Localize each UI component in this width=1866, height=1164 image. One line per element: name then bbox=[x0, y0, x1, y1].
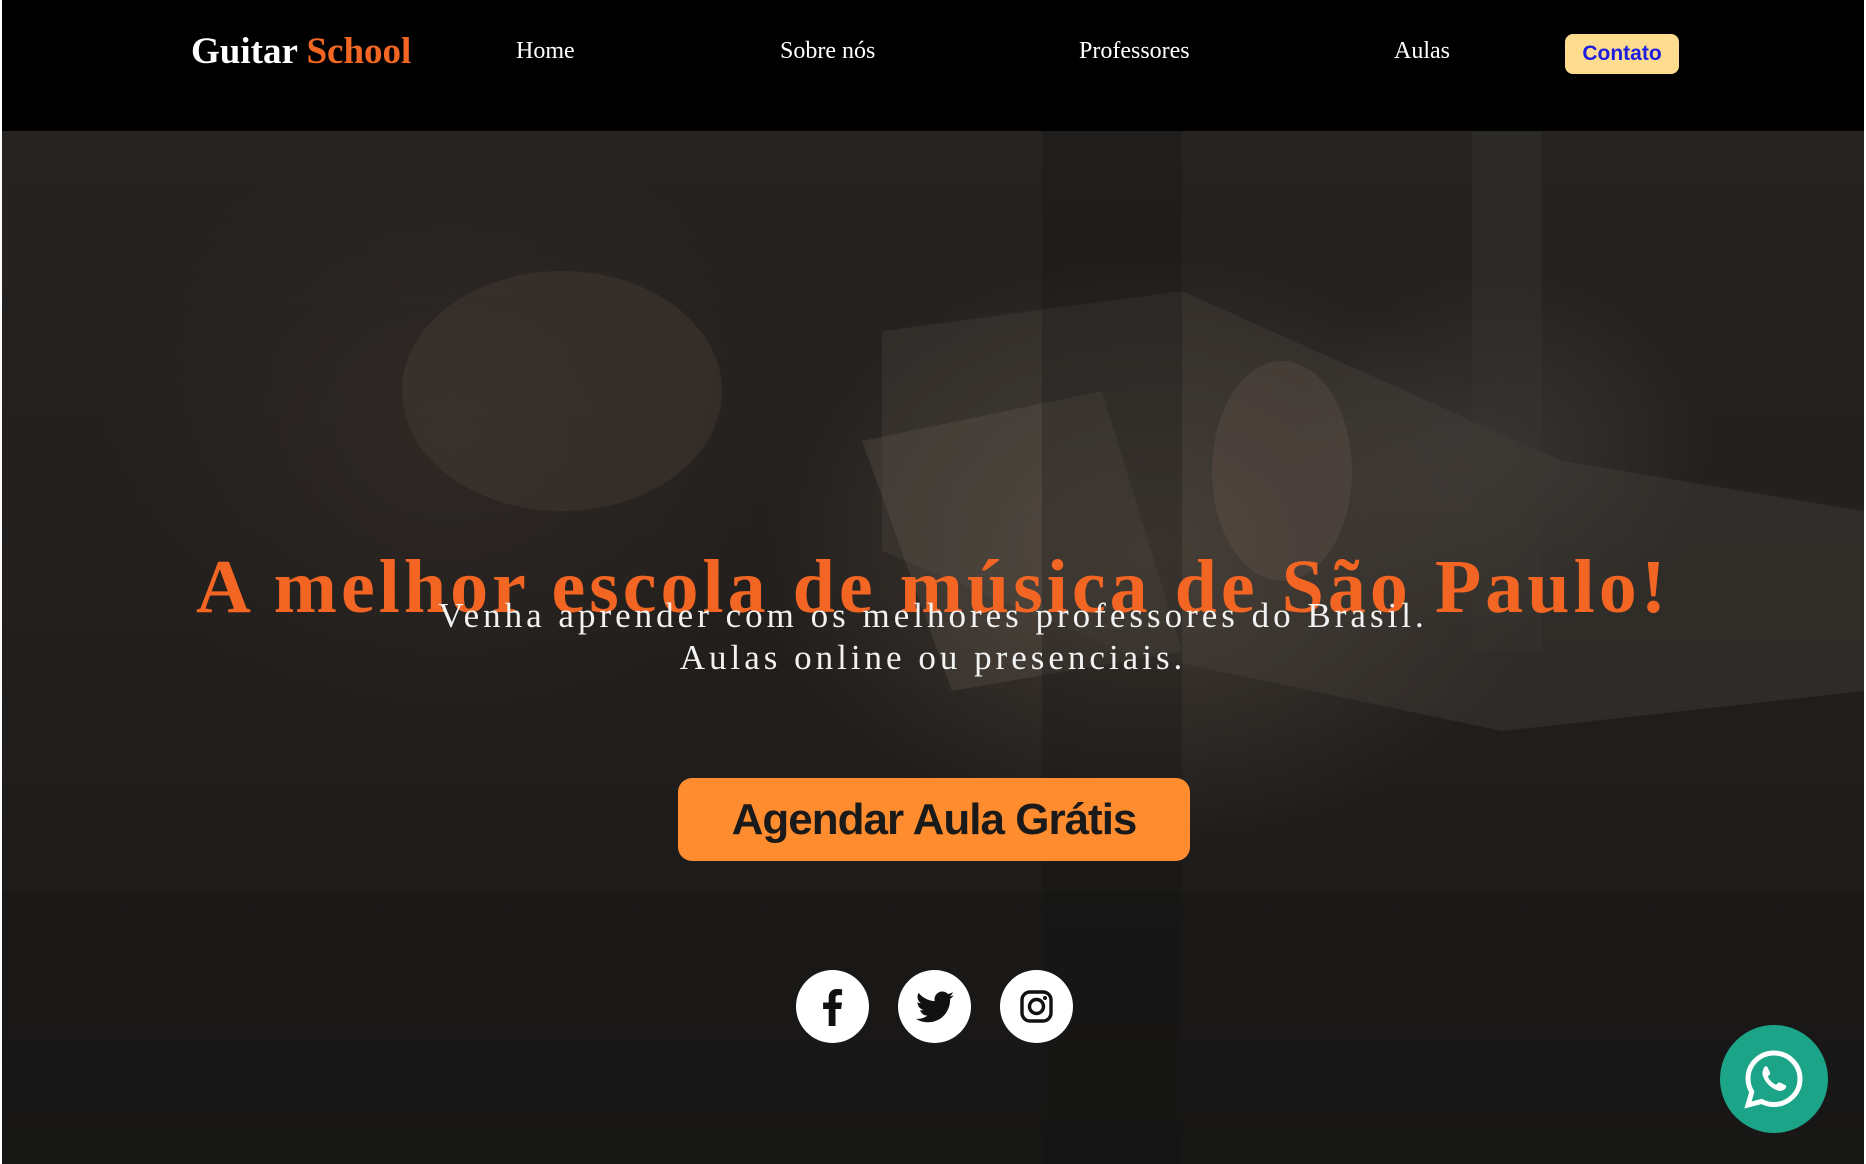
contact-button[interactable]: Contato bbox=[1565, 34, 1679, 74]
schedule-free-lesson-button[interactable]: Agendar Aula Grátis bbox=[678, 778, 1190, 861]
twitter-link[interactable] bbox=[898, 970, 971, 1043]
hero-subline-1: Venha aprender com os melhores professor… bbox=[438, 596, 1428, 635]
nav-link-professores[interactable]: Professores bbox=[1079, 38, 1190, 65]
brand-name-part1: Guitar bbox=[191, 31, 298, 72]
whatsapp-icon bbox=[1744, 1050, 1803, 1109]
facebook-icon bbox=[823, 989, 843, 1026]
nav-link-sobre-nos[interactable]: Sobre nós bbox=[780, 38, 875, 65]
navbar: Guitar School Home Sobre nós Professores… bbox=[2, 0, 1864, 131]
brand-name-part2: School bbox=[306, 31, 412, 72]
hero-subline-2: Aulas online ou presenciais. bbox=[679, 638, 1187, 677]
instagram-icon bbox=[1020, 990, 1053, 1023]
nav-link-aulas[interactable]: Aulas bbox=[1394, 38, 1450, 65]
brand-logo[interactable]: Guitar School bbox=[191, 30, 411, 73]
instagram-link[interactable] bbox=[1000, 970, 1073, 1043]
hero-section: A melhor escola de música de São Paulo! … bbox=[2, 131, 1864, 1164]
facebook-link[interactable] bbox=[796, 970, 869, 1043]
whatsapp-chat-button[interactable] bbox=[1720, 1025, 1828, 1133]
twitter-icon bbox=[915, 991, 954, 1023]
page: Guitar School Home Sobre nós Professores… bbox=[0, 0, 1866, 1164]
nav-link-home[interactable]: Home bbox=[516, 38, 575, 65]
